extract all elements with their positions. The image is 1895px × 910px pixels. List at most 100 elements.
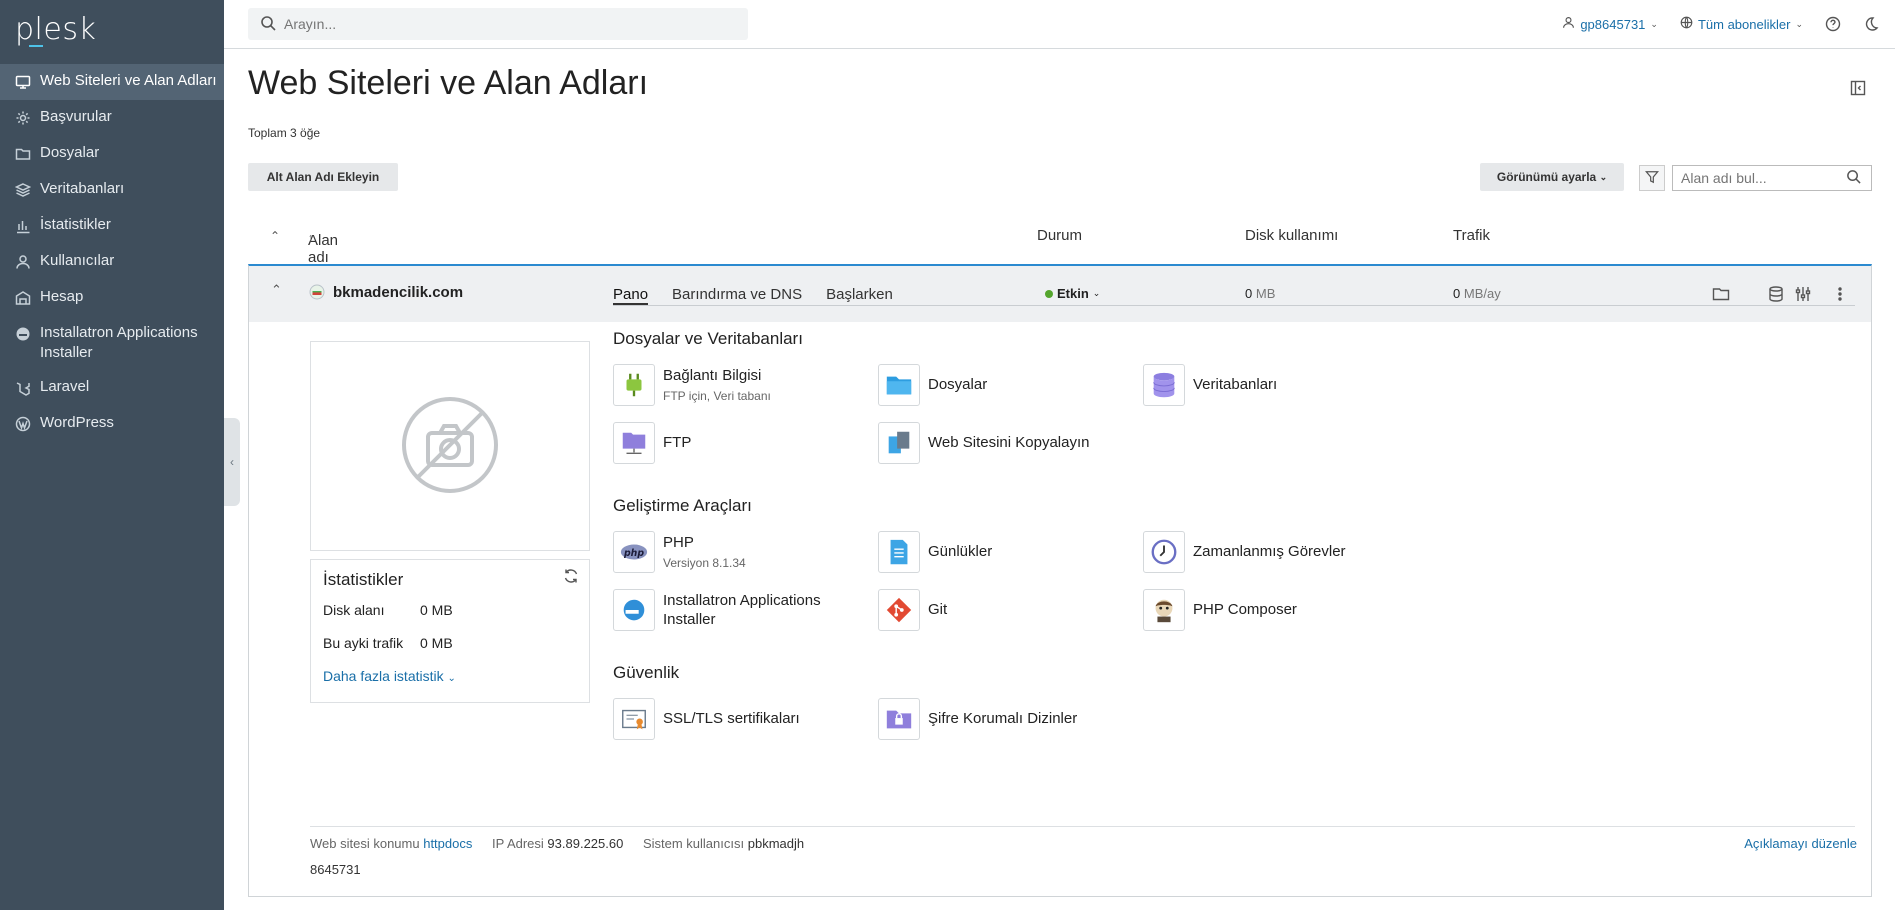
topbar-right: gp8645731 ⌄ Tüm abonelikler ⌄ [1562, 0, 1895, 48]
sidebar-item-wordpress[interactable]: WordPress [0, 406, 224, 442]
sidebar-item-label: Laravel [40, 378, 90, 395]
sidebar-item-label: Veritabanları [40, 180, 125, 197]
refresh-icon[interactable] [563, 568, 579, 587]
sort-arrow-icon: ↑ [308, 232, 314, 244]
add-subdomain-button[interactable]: Alt Alan Adı Ekleyin [248, 163, 398, 191]
protected-dirs-label: Şifre Korumalı Dizinler [928, 710, 1078, 727]
column-disk[interactable]: Disk kullanımı [1245, 227, 1338, 244]
locked-folder-icon [878, 698, 920, 740]
user-menu[interactable]: gp8645731 ⌄ [1562, 16, 1658, 32]
domain-search-input[interactable] [1681, 170, 1846, 186]
git-tool[interactable]: Git [878, 589, 1138, 631]
gear-icon [14, 109, 32, 127]
sidebar-item-label: WordPress [40, 414, 114, 431]
php-composer-tool[interactable]: PHP Composer [1143, 589, 1403, 631]
plesk-logo[interactable]: plesk [15, 12, 96, 47]
logs-tool[interactable]: Günlükler [878, 531, 1138, 573]
sidebar-item-laravel[interactable]: Laravel [0, 370, 224, 406]
filter-button[interactable] [1639, 165, 1665, 191]
logs-label: Günlükler [928, 543, 993, 560]
scheduled-tasks-tool[interactable]: Zamanlanmış Görevler [1143, 531, 1403, 573]
subscriptions-label: Tüm abonelikler [1697, 16, 1791, 32]
search-input[interactable] [284, 16, 724, 32]
domain-search [1672, 165, 1872, 191]
sidebar-item-installatron[interactable]: Installatron Applications Installer [0, 316, 224, 370]
copy-website-tool[interactable]: Web Sitesini Kopyalayın [878, 422, 1138, 464]
section-files-databases: Dosyalar ve Veritabanları [613, 329, 803, 348]
domain-tabs: Pano Barındırma ve DNS Başlarken [613, 286, 1855, 306]
more-statistics-link[interactable]: Daha fazla istatistik ⌄ [323, 668, 577, 684]
logo-accent [29, 45, 43, 47]
copy-website-label: Web Sitesini Kopyalayın [928, 434, 1090, 451]
folder-icon [878, 364, 920, 406]
subscription-id: 8645731 [310, 862, 361, 877]
files-tool[interactable]: Dosyalar [878, 364, 1138, 406]
ssl-label: SSL/TLS sertifikaları [663, 710, 800, 727]
column-status[interactable]: Durum [1037, 227, 1082, 244]
databases-label: Veritabanları [1193, 376, 1278, 393]
protected-dirs-tool[interactable]: Şifre Korumalı Dizinler [878, 698, 1138, 740]
installatron-tool[interactable]: Installatron Applications Installer [613, 589, 873, 631]
sidebar-item-label: Başvurular [40, 108, 112, 125]
edit-description-link[interactable]: Açıklamayı düzenle [1744, 836, 1857, 851]
domain-name-link[interactable]: bkmadencilik.com [333, 284, 463, 301]
ip-label: IP Adresi [492, 836, 544, 851]
sidebar-item-applications[interactable]: Başvurular [0, 100, 224, 136]
disk-stat-value: 0 MB [420, 602, 453, 618]
sidebar-nav: Web Siteleri ve Alan Adları Başvurular D… [0, 64, 224, 442]
sidebar-item-websites[interactable]: Web Siteleri ve Alan Adları [0, 64, 224, 100]
domain-footer: Web sitesi konumu httpdocs IP Adresi 93.… [310, 836, 804, 851]
databases-tool[interactable]: Veritabanları [1143, 364, 1403, 406]
domain-row: ⌃ bkmadencilik.com Etkin ⌄ 0 MB 0 MB/ay İ… [248, 264, 1872, 897]
dark-mode-icon[interactable] [1863, 16, 1879, 32]
tab-getting-started[interactable]: Başlarken [826, 286, 893, 305]
traffic-stat-row: Bu ayki trafik 0 MB [323, 635, 577, 651]
layers-icon [14, 181, 32, 199]
section-dev-tools: Geliştirme Araçları [613, 496, 752, 515]
sidebar-item-files[interactable]: Dosyalar [0, 136, 224, 172]
laravel-icon [14, 379, 32, 397]
statistics-title: İstatistikler [323, 570, 404, 589]
chevron-left-icon: ‹ [230, 455, 234, 469]
sidebar-collapse-handle[interactable]: ‹ [224, 418, 240, 506]
sidebar-item-account[interactable]: Hesap [0, 280, 224, 316]
sidebar-item-databases[interactable]: Veritabanları [0, 172, 224, 208]
chevron-down-icon: ⌄ [1650, 18, 1658, 29]
installatron-icon [14, 325, 32, 343]
help-icon[interactable] [1825, 16, 1841, 32]
svg-text:php: php [623, 548, 644, 559]
php-tool[interactable]: php PHP Versiyon 8.1.34 [613, 531, 873, 573]
php-label: PHP [663, 534, 694, 551]
sidebar-item-statistics[interactable]: İstatistikler [0, 208, 224, 244]
php-icon: php [613, 531, 655, 573]
copy-icon [878, 422, 920, 464]
traffic-stat-label: Bu ayki trafik [323, 635, 404, 651]
collapse-panel-icon[interactable] [1850, 80, 1866, 96]
sidebar-item-users[interactable]: Kullanıcılar [0, 244, 224, 280]
ftp-tool[interactable]: FTP [613, 422, 873, 464]
collapse-all-icon[interactable]: ⌃ [270, 229, 280, 243]
section-security: Güvenlik [613, 663, 680, 682]
global-search[interactable] [248, 8, 748, 40]
user-name: gp8645731 [1580, 16, 1646, 32]
search-icon[interactable] [1846, 169, 1861, 187]
php-composer-label: PHP Composer [1193, 601, 1297, 618]
tab-hosting-dns[interactable]: Barındırma ve DNS [672, 286, 802, 305]
wordpress-icon [14, 415, 32, 433]
location-link[interactable]: httpdocs [423, 836, 472, 851]
subscriptions-menu[interactable]: Tüm abonelikler ⌄ [1680, 16, 1803, 32]
bar-chart-icon [14, 217, 32, 235]
total-count: Toplam 3 öğe [248, 126, 321, 140]
connection-info-label: Bağlantı Bilgisi [663, 367, 762, 384]
column-traffic[interactable]: Trafik [1453, 227, 1490, 244]
location-label: Web sitesi konumu [310, 836, 420, 851]
connection-info-tool[interactable]: Bağlantı Bilgisi FTP için, Veri tabanı [613, 364, 873, 406]
ftp-folder-icon [613, 422, 655, 464]
topbar: gp8645731 ⌄ Tüm abonelikler ⌄ [224, 0, 1895, 49]
chevron-down-icon: ⌄ [1599, 171, 1608, 182]
site-preview[interactable] [310, 341, 590, 551]
view-settings-button[interactable]: Görünümü ayarla ⌄ [1480, 163, 1624, 191]
ssl-tool[interactable]: SSL/TLS sertifikaları [613, 698, 873, 740]
collapse-row-icon[interactable]: ⌃ [271, 282, 282, 298]
tab-dashboard[interactable]: Pano [613, 286, 649, 305]
